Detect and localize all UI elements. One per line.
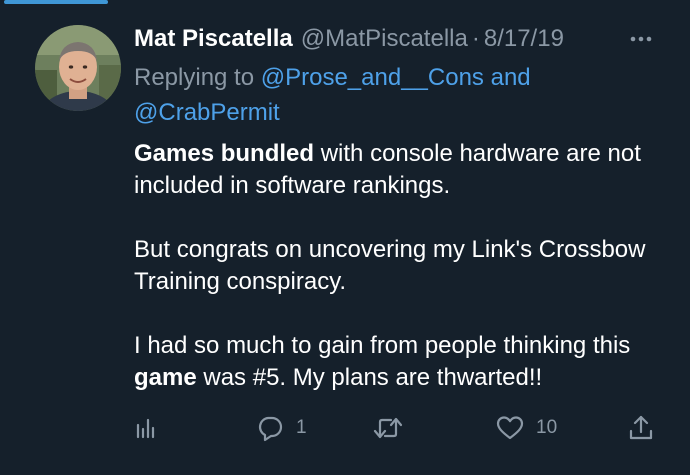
author-handle[interactable]: @MatPiscatella <box>301 25 468 53</box>
bold-text: game <box>134 364 197 391</box>
reply-mention-link[interactable]: @CrabPermit <box>134 99 280 126</box>
reply-mention-joiner[interactable]: and <box>491 64 531 91</box>
tweet-header: Mat Piscatella @MatPiscatella · 8/17/19 <box>134 22 564 56</box>
more-horizontal-icon[interactable] <box>626 28 656 50</box>
author-display-name[interactable]: Mat Piscatella <box>134 25 293 53</box>
top-accent-bar <box>4 0 108 4</box>
reply-button[interactable]: 1 <box>256 412 307 444</box>
tweet-paragraph: But congrats on uncovering my Link's Cro… <box>134 236 646 295</box>
tweet-paragraph: I had so much to gain from people thinki… <box>134 330 679 394</box>
share-icon <box>629 415 653 440</box>
reply-mention-link[interactable]: @Prose_and__Cons <box>261 64 484 91</box>
reply-count: 1 <box>296 417 307 438</box>
bold-text: Games bundled <box>134 140 315 167</box>
retweet-icon <box>373 417 403 439</box>
profile-photo-icon <box>35 25 121 111</box>
separator-dot: · <box>471 25 480 52</box>
tweet-text: Games bundled with console hardware are … <box>134 138 679 394</box>
share-button[interactable] <box>628 412 654 444</box>
tweet-paragraph: Games bundled with console hardware are … <box>134 138 679 202</box>
like-count: 10 <box>536 417 558 438</box>
avatar[interactable] <box>35 25 121 111</box>
replying-to: Replying to @Prose_and__Cons and @CrabPe… <box>134 60 654 130</box>
like-button[interactable]: 10 <box>496 412 557 444</box>
paragraph-text: was #5. My plans are thwarted!! <box>196 364 543 391</box>
reply-icon <box>258 416 283 442</box>
paragraph-text: I had so much to gain from people thinki… <box>134 332 631 359</box>
retweet-button[interactable] <box>372 412 404 444</box>
tweet-date[interactable]: 8/17/19 <box>484 25 564 53</box>
replying-to-prefix: Replying to <box>134 64 255 91</box>
analytics-icon <box>136 418 155 439</box>
like-heart-icon <box>496 416 524 440</box>
tweet-action-bar: 1 10 <box>0 412 690 444</box>
analytics-button[interactable] <box>134 412 158 444</box>
